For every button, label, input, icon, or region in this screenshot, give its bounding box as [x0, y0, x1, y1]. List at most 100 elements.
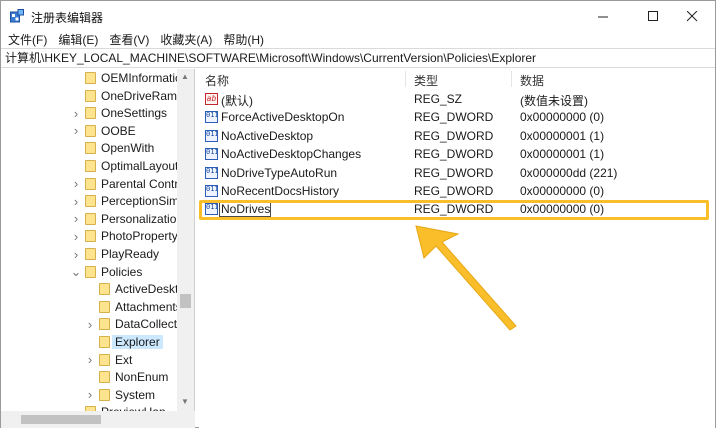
chevron-right-icon[interactable]: › [71, 176, 81, 191]
title-bar[interactable]: 注册表编辑器 [1, 1, 715, 31]
tree-item[interactable]: ⌄ Policies [1, 263, 194, 281]
menu-favorites[interactable]: 收藏夹(A) [160, 31, 212, 48]
value-type: REG_DWORD [414, 110, 494, 125]
chevron-right-icon[interactable]: › [85, 352, 95, 367]
folder-icon [85, 72, 96, 84]
tree-item-label: OptimalLayout [101, 159, 179, 173]
tree-item-label: Explorer [112, 335, 163, 349]
menu-edit[interactable]: 编辑(E) [58, 31, 98, 48]
tree-item-label: DataCollecti [115, 317, 180, 332]
folder-icon [85, 107, 96, 120]
tree-item[interactable]: NonEnum [1, 368, 194, 386]
menu-view[interactable]: 查看(V) [109, 31, 149, 48]
chevron-down-icon[interactable]: ⌄ [71, 264, 82, 279]
scroll-down-icon[interactable]: ▼ [181, 397, 189, 406]
chevron-right-icon[interactable]: › [71, 247, 81, 262]
tree-hscroll-thumb[interactable] [21, 415, 101, 424]
scroll-up-icon[interactable]: ▲ [181, 72, 189, 81]
tree-vertical-scrollbar[interactable]: ▲ ▼ [177, 69, 194, 411]
chevron-right-icon[interactable]: › [85, 317, 95, 332]
tree-item[interactable]: › Parental Contro [1, 175, 194, 193]
window-title: 注册表编辑器 [31, 11, 104, 25]
value-row[interactable]: ab (默认) REG_SZ (数值未设置) [199, 90, 715, 108]
binary-value-icon: 0110 [205, 185, 218, 197]
list-header: 名称 类型 数据 [199, 69, 715, 89]
value-name: NoActiveDesktop [221, 128, 314, 143]
binary-value-icon: 0110 [205, 111, 218, 124]
folder-icon [99, 353, 110, 366]
value-row[interactable]: 0110NoActiveDesktop REG_DWORD 0x00000001 (… [199, 127, 715, 145]
value-name: NoRecentDocsHistory [221, 184, 340, 198]
column-name[interactable]: 名称 [205, 72, 229, 89]
tree-item[interactable]: OptimalLayout [1, 157, 194, 175]
folder-icon [99, 300, 110, 313]
tree-item[interactable]: › Ext [1, 351, 194, 369]
value-row[interactable]: 0110NoDriveTypeAutoRun REG_DWORD 0x000000d… [199, 164, 715, 182]
folder-icon [85, 230, 96, 243]
tree-item-label: NonEnum [115, 370, 169, 385]
folder-icon [85, 89, 96, 102]
tree-item[interactable]: OneDriveRamp [1, 87, 194, 105]
chevron-right-icon[interactable]: › [71, 123, 81, 138]
column-divider[interactable] [405, 71, 406, 87]
pointer-arrow [415, 225, 517, 331]
menu-file[interactable]: 文件(F) [8, 31, 47, 48]
tree-item[interactable]: OEMInformatic [1, 69, 194, 87]
tree-item[interactable]: Attachments [1, 298, 194, 316]
value-data: 0x00000001 (1) [520, 147, 605, 162]
tree-item[interactable]: › PerceptionSimu [1, 192, 194, 210]
value-type: REG_DWORD [414, 128, 494, 143]
tree-item[interactable]: › OOBE [1, 122, 194, 140]
value-row[interactable]: 0110NoActiveDesktopChanges REG_DWORD 0x000… [199, 145, 715, 163]
value-row[interactable]: 0110ForceActiveDesktopOn REG_DWORD 0x00000… [199, 108, 715, 126]
tree-item[interactable]: › OneSettings [1, 104, 194, 122]
registry-editor-icon [10, 9, 24, 23]
tree-item-label: OOBE [101, 123, 136, 138]
tree-item[interactable]: PreviewHan... [1, 403, 194, 411]
minimize-button[interactable] [580, 1, 626, 31]
column-divider[interactable] [511, 71, 512, 87]
tree-item[interactable]: › DataCollecti [1, 315, 194, 333]
column-data[interactable]: 数据 [520, 72, 544, 89]
chevron-right-icon[interactable]: › [85, 387, 95, 402]
column-type[interactable]: 类型 [414, 72, 438, 89]
tree-item-label: ActiveDesktc [115, 282, 185, 297]
chevron-right-icon[interactable]: › [71, 229, 81, 244]
list-horizontal-scrollbar[interactable] [199, 411, 715, 428]
value-data: 0x00000001 (1) [520, 128, 605, 143]
tree-item-label: Attachments [115, 299, 182, 314]
tree-scroll-thumb[interactable] [180, 294, 191, 308]
tree-item-label: PerceptionSimu [101, 194, 186, 209]
maximize-icon [647, 10, 658, 21]
tree-item[interactable]: › Personalization [1, 210, 194, 228]
tree-horizontal-scrollbar[interactable] [1, 411, 195, 428]
folder-icon [85, 160, 96, 172]
tree-item-label: OneSettings [101, 106, 168, 121]
tree-item[interactable]: ActiveDesktc [1, 280, 194, 298]
folder-icon [99, 336, 110, 348]
close-button[interactable] [669, 1, 715, 31]
tree-item[interactable]: Explorer [1, 333, 194, 351]
tree-item[interactable]: › System [1, 386, 194, 404]
value-type: REG_SZ [414, 92, 463, 106]
tree-item[interactable]: › PhotoPropertyH [1, 227, 194, 245]
menu-help[interactable]: 帮助(H) [223, 31, 264, 48]
folder-icon [85, 212, 96, 225]
tree-item-label: Policies [101, 264, 143, 279]
chevron-right-icon[interactable]: › [71, 194, 81, 209]
value-row[interactable]: 0110NoRecentDocsHistory REG_DWORD 0x000000… [199, 182, 715, 200]
chevron-right-icon[interactable]: › [71, 106, 81, 121]
tree-item[interactable]: OpenWith [1, 139, 194, 157]
tree-item-label: System [115, 387, 156, 402]
chevron-right-icon[interactable]: › [71, 211, 81, 226]
address-bar[interactable]: 计算机\HKEY_LOCAL_MACHINE\SOFTWARE\Microsof… [1, 48, 715, 68]
highlight-frame [199, 200, 709, 220]
key-tree: OEMInformatic OneDriveRamp › OneSettings › OO… [1, 69, 195, 411]
tree-item[interactable]: › PlayReady [1, 245, 194, 263]
value-data: (数值未设置) [520, 94, 588, 108]
tree-item-label: Ext [115, 352, 133, 367]
folder-icon [85, 142, 96, 155]
binary-value-icon: 0110 [205, 148, 218, 161]
value-name: NoDriveTypeAutoRun [221, 165, 338, 180]
folder-icon [85, 124, 96, 137]
